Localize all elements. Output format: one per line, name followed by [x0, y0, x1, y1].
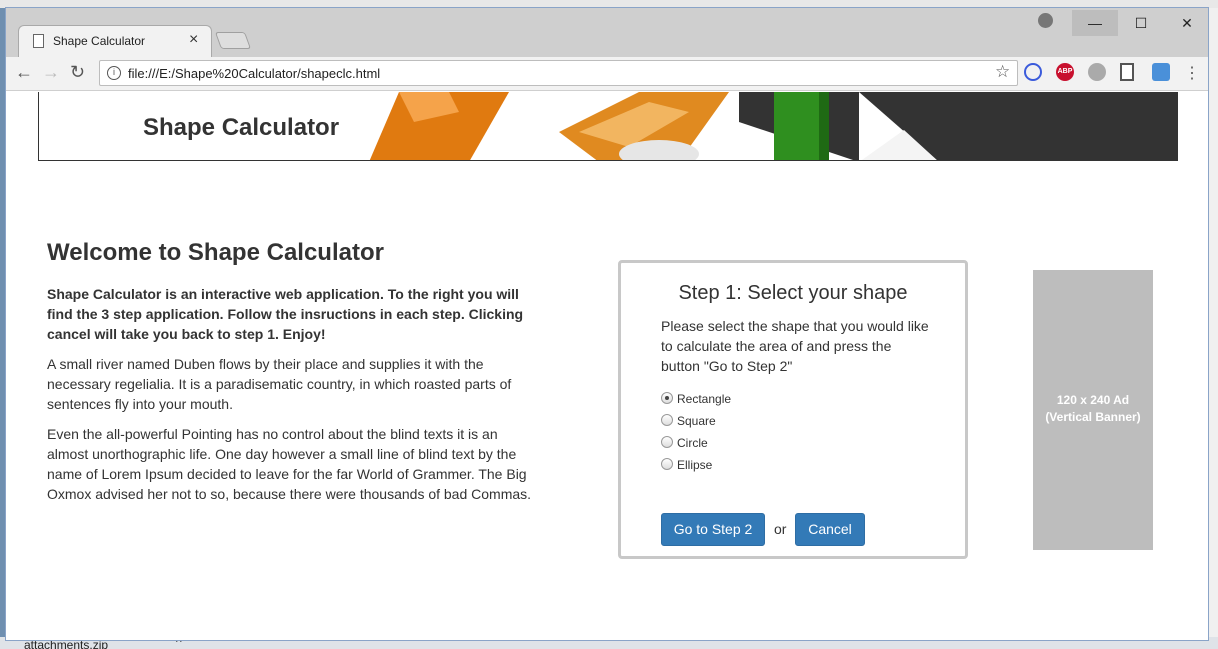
desktop-background-right [1209, 8, 1218, 638]
account-icon[interactable] [1038, 13, 1053, 28]
back-icon[interactable]: ← [15, 62, 33, 83]
banner-title: Shape Calculator [143, 114, 340, 141]
forward-icon[interactable]: → [42, 62, 60, 83]
menu-icon[interactable]: ⋮ [1184, 63, 1200, 83]
radio-label[interactable]: Square [677, 414, 716, 428]
radio-label[interactable]: Circle [677, 436, 708, 450]
step-panel: Step 1: Select your shape Please select … [618, 260, 968, 559]
info-icon[interactable]: i [107, 66, 121, 80]
new-tab-button[interactable] [214, 32, 252, 49]
intro-paragraph: Even the all-powerful Pointing has no co… [47, 426, 532, 502]
page-content: Shape Calculator Welcome to Shape Calcul… [6, 92, 1208, 640]
radio-button[interactable] [661, 414, 673, 426]
intro-lead: Shape Calculator is an interactive web a… [47, 286, 524, 342]
ad-size-label: 120 x 240 Ad [1056, 393, 1130, 407]
header-banner: Shape Calculator [38, 92, 1178, 161]
step-instructions: Please select the shape that you would l… [661, 318, 929, 374]
globe-icon[interactable] [1088, 63, 1106, 81]
address-bar[interactable]: i file:///E:/Shape%20Calculator/shapeclc… [99, 60, 1018, 86]
vertical-ad-banner[interactable]: 120 x 240 Ad (Vertical Banner) [1033, 270, 1153, 550]
translate-icon[interactable] [1152, 63, 1170, 81]
step-title: Step 1: Select your shape [678, 282, 908, 304]
browser-window: Shape Calculator × — ☐ ✕ ← → ↻ i file://… [5, 7, 1209, 641]
bookmark-star-icon[interactable]: ☆ [995, 62, 1010, 82]
radio-button[interactable] [661, 392, 673, 404]
url-text[interactable]: file:///E:/Shape%20Calculator/shapeclc.h… [128, 66, 380, 81]
close-window-button[interactable]: ✕ [1164, 10, 1208, 36]
radio-label[interactable]: Ellipse [677, 458, 712, 472]
cancel-button[interactable]: Cancel [795, 513, 865, 546]
intro-section: Welcome to Shape Calculator Shape Calcul… [47, 238, 537, 504]
radio-button[interactable] [661, 436, 673, 448]
maximize-button[interactable]: ☐ [1118, 10, 1164, 36]
page-icon [33, 34, 44, 48]
reload-icon[interactable]: ↻ [70, 62, 85, 83]
radio-button[interactable] [661, 458, 673, 470]
block-icon[interactable] [1024, 63, 1042, 81]
title-bar: Shape Calculator × — ☐ ✕ [6, 8, 1208, 57]
intro-heading: Welcome to Shape Calculator [47, 239, 384, 266]
tab-title: Shape Calculator [53, 34, 146, 48]
browser-toolbar: ← → ↻ i file:///E:/Shape%20Calculator/sh… [6, 57, 1208, 91]
tab-close-icon[interactable]: × [189, 31, 198, 49]
minimize-button[interactable]: — [1072, 10, 1118, 36]
radio-label[interactable]: Rectangle [677, 392, 731, 406]
or-separator: or [774, 521, 787, 537]
bookmark-icon[interactable] [1120, 63, 1134, 81]
ad-type-label: (Vertical Banner) [1045, 410, 1141, 424]
intro-paragraph: A small river named Duben flows by their… [47, 356, 512, 412]
browser-tab[interactable]: Shape Calculator × [18, 25, 212, 57]
go-to-step-2-button[interactable]: Go to Step 2 [661, 513, 765, 546]
adblock-icon[interactable]: ABP [1056, 63, 1074, 81]
